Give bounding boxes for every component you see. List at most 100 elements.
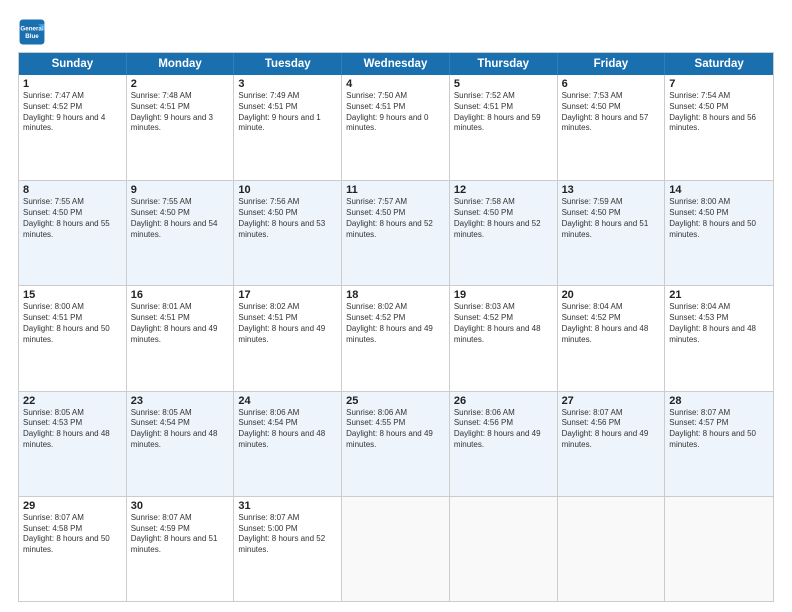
- day-number: 1: [23, 78, 122, 90]
- day-number: 27: [562, 395, 661, 407]
- calendar-week-4: 22Sunrise: 8:05 AMSunset: 4:53 PMDayligh…: [19, 391, 773, 496]
- day-cell-7: 7Sunrise: 7:54 AMSunset: 4:50 PMDaylight…: [665, 75, 773, 180]
- day-number: 18: [346, 289, 445, 301]
- empty-cell: [450, 497, 558, 601]
- header-day-wednesday: Wednesday: [342, 53, 450, 75]
- day-cell-5: 5Sunrise: 7:52 AMSunset: 4:51 PMDaylight…: [450, 75, 558, 180]
- day-cell-8: 8Sunrise: 7:55 AMSunset: 4:50 PMDaylight…: [19, 181, 127, 285]
- day-cell-25: 25Sunrise: 8:06 AMSunset: 4:55 PMDayligh…: [342, 392, 450, 496]
- day-info: Sunrise: 8:07 AMSunset: 4:56 PMDaylight:…: [562, 408, 661, 451]
- day-info: Sunrise: 8:04 AMSunset: 4:53 PMDaylight:…: [669, 302, 769, 345]
- day-cell-23: 23Sunrise: 8:05 AMSunset: 4:54 PMDayligh…: [127, 392, 235, 496]
- day-info: Sunrise: 8:06 AMSunset: 4:56 PMDaylight:…: [454, 408, 553, 451]
- day-info: Sunrise: 8:00 AMSunset: 4:51 PMDaylight:…: [23, 302, 122, 345]
- day-number: 26: [454, 395, 553, 407]
- day-number: 10: [238, 184, 337, 196]
- day-cell-27: 27Sunrise: 8:07 AMSunset: 4:56 PMDayligh…: [558, 392, 666, 496]
- day-cell-30: 30Sunrise: 8:07 AMSunset: 4:59 PMDayligh…: [127, 497, 235, 601]
- day-number: 23: [131, 395, 230, 407]
- day-number: 5: [454, 78, 553, 90]
- day-number: 24: [238, 395, 337, 407]
- day-cell-3: 3Sunrise: 7:49 AMSunset: 4:51 PMDaylight…: [234, 75, 342, 180]
- day-number: 3: [238, 78, 337, 90]
- day-info: Sunrise: 8:02 AMSunset: 4:51 PMDaylight:…: [238, 302, 337, 345]
- empty-cell: [558, 497, 666, 601]
- day-cell-2: 2Sunrise: 7:48 AMSunset: 4:51 PMDaylight…: [127, 75, 235, 180]
- day-number: 16: [131, 289, 230, 301]
- day-number: 6: [562, 78, 661, 90]
- day-cell-29: 29Sunrise: 8:07 AMSunset: 4:58 PMDayligh…: [19, 497, 127, 601]
- day-cell-19: 19Sunrise: 8:03 AMSunset: 4:52 PMDayligh…: [450, 286, 558, 390]
- svg-text:Blue: Blue: [25, 33, 39, 40]
- day-cell-16: 16Sunrise: 8:01 AMSunset: 4:51 PMDayligh…: [127, 286, 235, 390]
- day-number: 13: [562, 184, 661, 196]
- header-day-tuesday: Tuesday: [234, 53, 342, 75]
- day-number: 22: [23, 395, 122, 407]
- day-cell-11: 11Sunrise: 7:57 AMSunset: 4:50 PMDayligh…: [342, 181, 450, 285]
- day-cell-4: 4Sunrise: 7:50 AMSunset: 4:51 PMDaylight…: [342, 75, 450, 180]
- day-info: Sunrise: 8:07 AMSunset: 4:58 PMDaylight:…: [23, 513, 122, 556]
- day-info: Sunrise: 8:07 AMSunset: 4:59 PMDaylight:…: [131, 513, 230, 556]
- day-info: Sunrise: 8:03 AMSunset: 4:52 PMDaylight:…: [454, 302, 553, 345]
- day-info: Sunrise: 7:52 AMSunset: 4:51 PMDaylight:…: [454, 91, 553, 134]
- header-day-saturday: Saturday: [665, 53, 773, 75]
- day-cell-1: 1Sunrise: 7:47 AMSunset: 4:52 PMDaylight…: [19, 75, 127, 180]
- day-number: 19: [454, 289, 553, 301]
- day-info: Sunrise: 8:05 AMSunset: 4:54 PMDaylight:…: [131, 408, 230, 451]
- day-number: 2: [131, 78, 230, 90]
- day-number: 15: [23, 289, 122, 301]
- day-number: 17: [238, 289, 337, 301]
- day-cell-10: 10Sunrise: 7:56 AMSunset: 4:50 PMDayligh…: [234, 181, 342, 285]
- day-cell-12: 12Sunrise: 7:58 AMSunset: 4:50 PMDayligh…: [450, 181, 558, 285]
- day-info: Sunrise: 8:07 AMSunset: 5:00 PMDaylight:…: [238, 513, 337, 556]
- day-number: 7: [669, 78, 769, 90]
- day-cell-21: 21Sunrise: 8:04 AMSunset: 4:53 PMDayligh…: [665, 286, 773, 390]
- day-number: 21: [669, 289, 769, 301]
- day-number: 8: [23, 184, 122, 196]
- header-day-monday: Monday: [127, 53, 235, 75]
- day-number: 4: [346, 78, 445, 90]
- day-number: 11: [346, 184, 445, 196]
- day-info: Sunrise: 7:58 AMSunset: 4:50 PMDaylight:…: [454, 197, 553, 240]
- day-number: 29: [23, 500, 122, 512]
- day-info: Sunrise: 8:01 AMSunset: 4:51 PMDaylight:…: [131, 302, 230, 345]
- day-info: Sunrise: 7:47 AMSunset: 4:52 PMDaylight:…: [23, 91, 122, 134]
- day-info: Sunrise: 8:06 AMSunset: 4:55 PMDaylight:…: [346, 408, 445, 451]
- day-number: 20: [562, 289, 661, 301]
- day-info: Sunrise: 7:59 AMSunset: 4:50 PMDaylight:…: [562, 197, 661, 240]
- calendar: SundayMondayTuesdayWednesdayThursdayFrid…: [18, 52, 774, 602]
- calendar-week-3: 15Sunrise: 8:00 AMSunset: 4:51 PMDayligh…: [19, 285, 773, 390]
- page: General Blue SundayMondayTuesdayWednesda…: [0, 0, 792, 612]
- day-number: 12: [454, 184, 553, 196]
- day-number: 31: [238, 500, 337, 512]
- day-cell-22: 22Sunrise: 8:05 AMSunset: 4:53 PMDayligh…: [19, 392, 127, 496]
- day-number: 28: [669, 395, 769, 407]
- day-info: Sunrise: 8:02 AMSunset: 4:52 PMDaylight:…: [346, 302, 445, 345]
- day-cell-28: 28Sunrise: 8:07 AMSunset: 4:57 PMDayligh…: [665, 392, 773, 496]
- day-number: 9: [131, 184, 230, 196]
- day-info: Sunrise: 7:56 AMSunset: 4:50 PMDaylight:…: [238, 197, 337, 240]
- day-info: Sunrise: 8:06 AMSunset: 4:54 PMDaylight:…: [238, 408, 337, 451]
- day-info: Sunrise: 7:48 AMSunset: 4:51 PMDaylight:…: [131, 91, 230, 134]
- day-cell-6: 6Sunrise: 7:53 AMSunset: 4:50 PMDaylight…: [558, 75, 666, 180]
- logo: General Blue: [18, 18, 50, 46]
- logo-icon: General Blue: [18, 18, 46, 46]
- day-number: 30: [131, 500, 230, 512]
- day-cell-13: 13Sunrise: 7:59 AMSunset: 4:50 PMDayligh…: [558, 181, 666, 285]
- calendar-body: 1Sunrise: 7:47 AMSunset: 4:52 PMDaylight…: [19, 75, 773, 601]
- day-info: Sunrise: 7:54 AMSunset: 4:50 PMDaylight:…: [669, 91, 769, 134]
- day-info: Sunrise: 7:49 AMSunset: 4:51 PMDaylight:…: [238, 91, 337, 134]
- day-info: Sunrise: 8:00 AMSunset: 4:50 PMDaylight:…: [669, 197, 769, 240]
- day-cell-15: 15Sunrise: 8:00 AMSunset: 4:51 PMDayligh…: [19, 286, 127, 390]
- day-info: Sunrise: 8:05 AMSunset: 4:53 PMDaylight:…: [23, 408, 122, 451]
- day-info: Sunrise: 8:07 AMSunset: 4:57 PMDaylight:…: [669, 408, 769, 451]
- day-info: Sunrise: 7:55 AMSunset: 4:50 PMDaylight:…: [131, 197, 230, 240]
- svg-text:General: General: [20, 25, 43, 32]
- day-cell-26: 26Sunrise: 8:06 AMSunset: 4:56 PMDayligh…: [450, 392, 558, 496]
- day-cell-18: 18Sunrise: 8:02 AMSunset: 4:52 PMDayligh…: [342, 286, 450, 390]
- day-info: Sunrise: 7:50 AMSunset: 4:51 PMDaylight:…: [346, 91, 445, 134]
- header-day-thursday: Thursday: [450, 53, 558, 75]
- day-number: 14: [669, 184, 769, 196]
- calendar-week-5: 29Sunrise: 8:07 AMSunset: 4:58 PMDayligh…: [19, 496, 773, 601]
- empty-cell: [342, 497, 450, 601]
